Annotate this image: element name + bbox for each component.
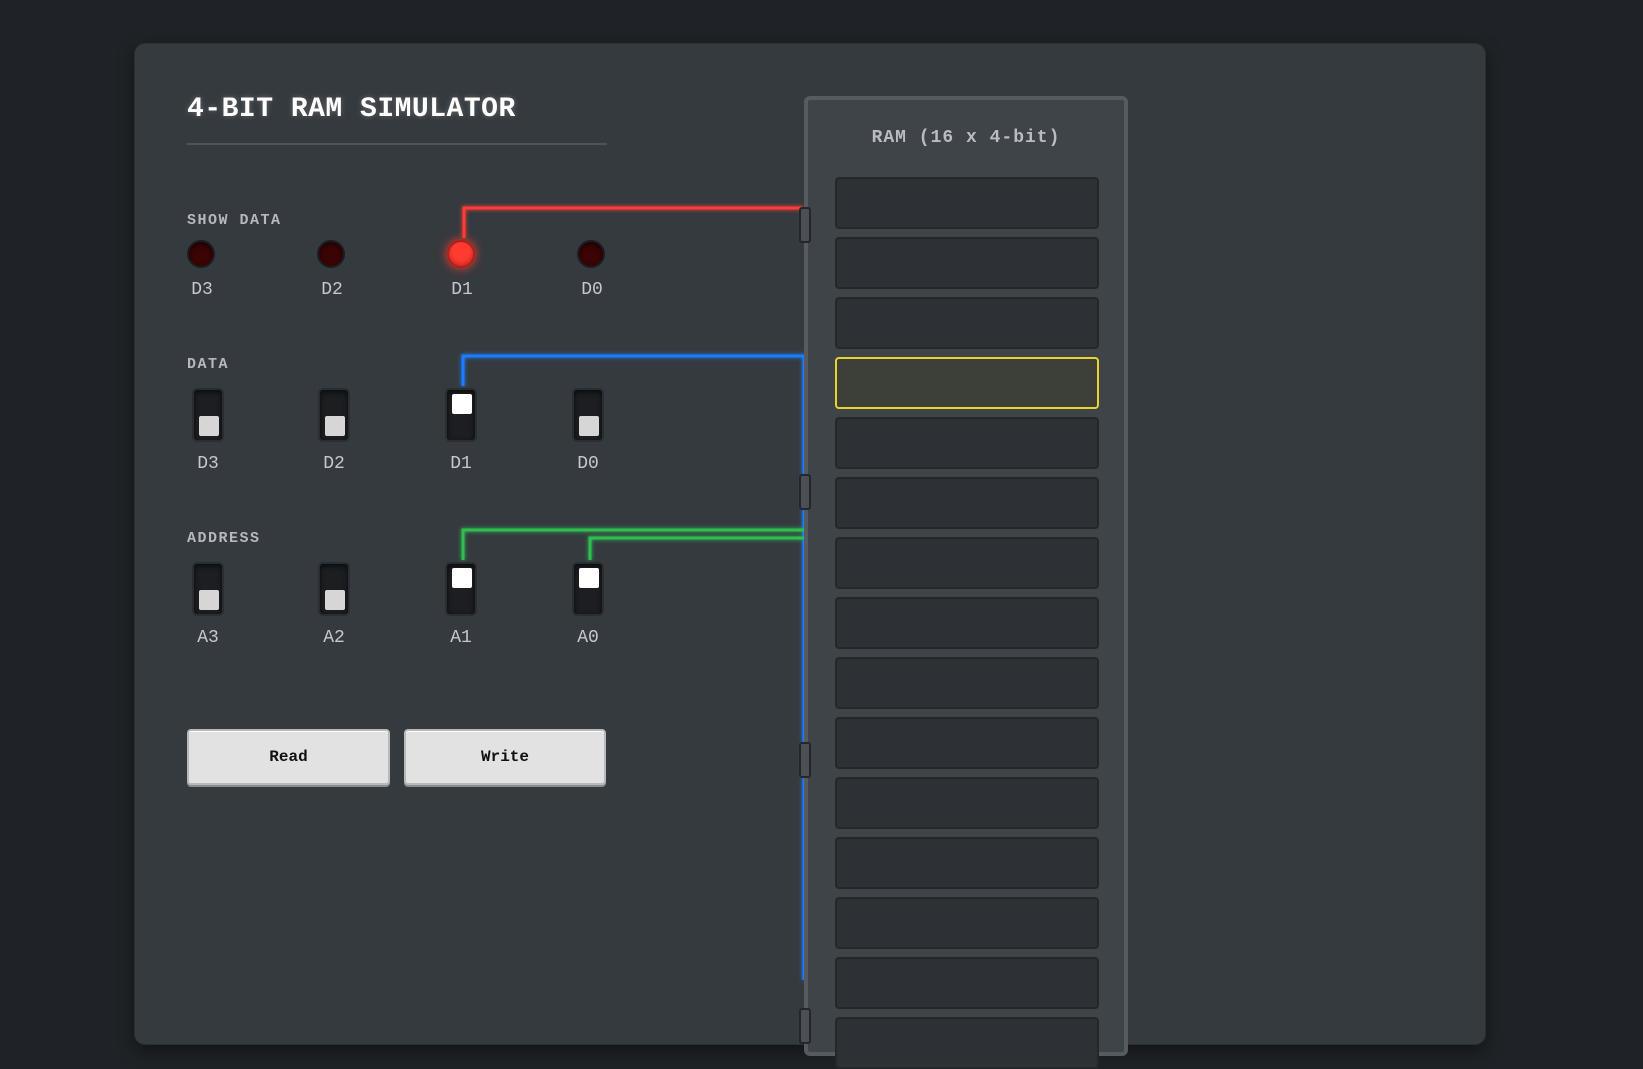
ram-port-data-in: [799, 474, 811, 510]
ram-cell: [835, 297, 1099, 349]
address-a0-wire: [588, 536, 804, 560]
data-switch-d0[interactable]: [572, 388, 604, 442]
ram-title: RAM (16 x 4-bit): [871, 128, 1061, 148]
ram-cell: [835, 357, 1099, 409]
ram-port-data-out: [799, 207, 811, 243]
led-d0: [577, 240, 605, 268]
ram-cell: [835, 477, 1099, 529]
address-switch-a0[interactable]: [572, 562, 604, 616]
data-switch-d2[interactable]: [318, 388, 350, 442]
data-switch-label-d3: D3: [197, 454, 219, 474]
address-switch-label-a3: A3: [197, 628, 219, 648]
ram-cell: [835, 597, 1099, 649]
switch-knob: [325, 416, 345, 436]
led-d3: [187, 240, 215, 268]
ram-cell: [835, 1017, 1099, 1069]
data-bus-wire: [461, 354, 806, 980]
data-switch-label-d0: D0: [577, 454, 599, 474]
led-label-d2: D2: [321, 280, 343, 300]
switch-knob: [452, 568, 472, 588]
ram-cell: [835, 177, 1099, 229]
address-a1-wire: [461, 528, 804, 560]
ram-cell: [835, 657, 1099, 709]
address-switch-label-a1: A1: [450, 628, 472, 648]
switch-knob: [579, 416, 599, 436]
ram-cell: [835, 417, 1099, 469]
switch-knob: [579, 568, 599, 588]
ram-cell: [835, 717, 1099, 769]
ram-port-control: [799, 742, 811, 778]
ram-cell: [835, 837, 1099, 889]
led-label-d1: D1: [451, 280, 473, 300]
led-label-d0: D0: [581, 280, 603, 300]
address-switch-label-a2: A2: [323, 628, 345, 648]
show-data-wire: [462, 206, 803, 238]
ram-cell: [835, 537, 1099, 589]
ram-cell: [835, 777, 1099, 829]
show-data-label: SHOW DATA: [187, 212, 282, 229]
data-label: DATA: [187, 356, 230, 373]
data-switch-label-d1: D1: [450, 454, 472, 474]
address-switch-label-a0: A0: [577, 628, 599, 648]
ram-port-address: [799, 1008, 811, 1044]
switch-knob: [199, 416, 219, 436]
data-switch-d1[interactable]: [445, 388, 477, 442]
ram-cell: [835, 957, 1099, 1009]
address-switch-a2[interactable]: [318, 562, 350, 616]
data-switch-label-d2: D2: [323, 454, 345, 474]
data-switch-d3[interactable]: [192, 388, 224, 442]
ram-cell: [835, 897, 1099, 949]
read-button[interactable]: Read: [187, 729, 390, 785]
ram-cell: [835, 237, 1099, 289]
led-label-d3: D3: [191, 280, 213, 300]
switch-knob: [325, 590, 345, 610]
address-switch-a1[interactable]: [445, 562, 477, 616]
led-d1: [447, 240, 475, 268]
led-d2: [317, 240, 345, 268]
address-label: ADDRESS: [187, 530, 261, 547]
write-button[interactable]: Write: [404, 729, 606, 785]
address-switch-a3[interactable]: [192, 562, 224, 616]
switch-knob: [452, 394, 472, 414]
switch-knob: [199, 590, 219, 610]
